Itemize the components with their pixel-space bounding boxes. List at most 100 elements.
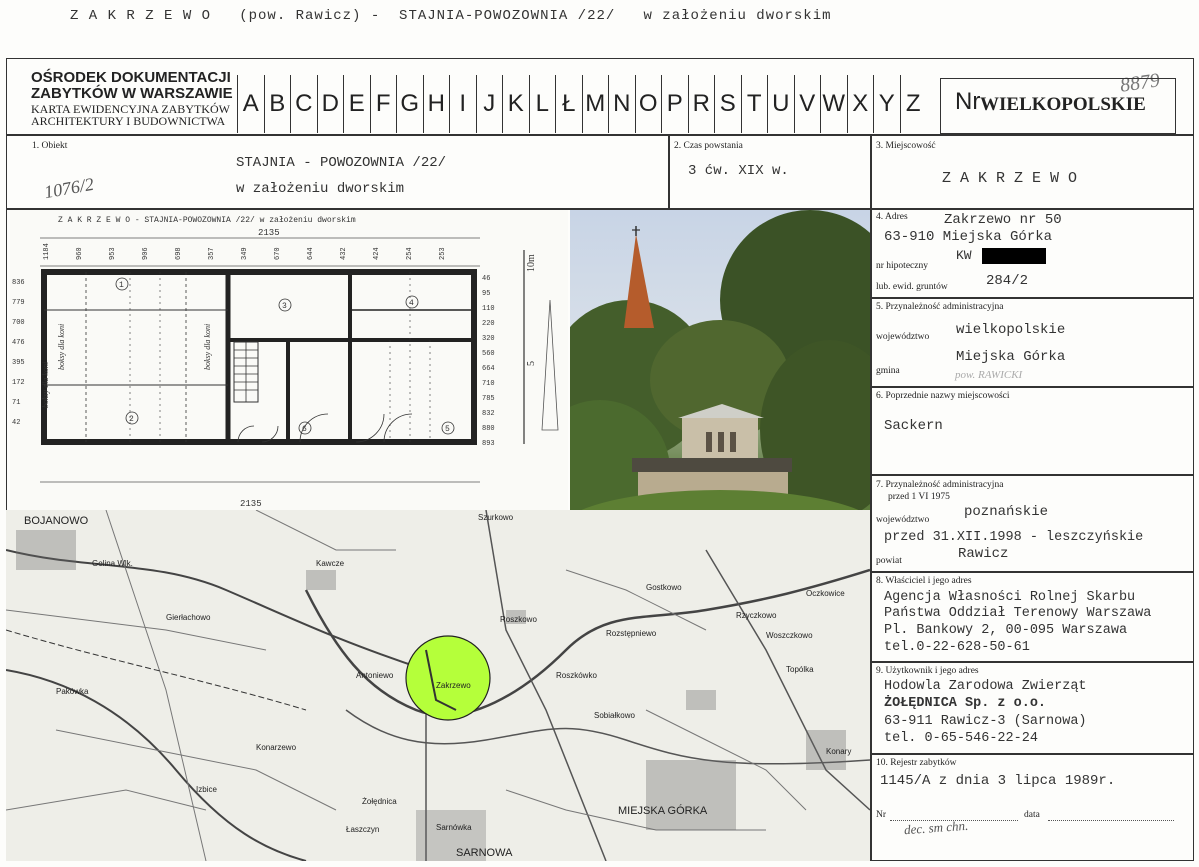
rule: [870, 134, 872, 861]
map-place-label: Roszkówko: [556, 671, 597, 680]
dimension-label: 320: [482, 335, 495, 343]
index-letter: I: [449, 75, 476, 133]
room-number: 5: [445, 425, 450, 434]
floor-plan-drawing: Z A K R Z E W O - STAJNIA-POWOZOWNIA /22…: [12, 216, 559, 509]
rule: [870, 753, 1194, 755]
room-number: 6: [302, 425, 307, 434]
dimension-label: 664: [482, 365, 495, 373]
room-number: 4: [409, 299, 414, 308]
index-letter: Z: [899, 75, 927, 133]
north-arrow: [541, 299, 559, 431]
institution-line-1: OŚRODEK DOKUMENTACJI: [31, 69, 231, 86]
building-outline: [41, 269, 477, 445]
dimension-label: 836: [12, 279, 25, 287]
dimension-label: 670: [274, 247, 282, 260]
map-place-label: Pakówka: [56, 687, 89, 696]
adres-line-2: 63-910 Miejska Górka: [884, 229, 1053, 245]
dimension-label: 906: [142, 247, 150, 260]
wlasciciel-line-1: Agencja Własności Rolnej Skarbu: [884, 590, 1136, 605]
right-dimension-labels: 46 95 110 220 320 560 664 710 785 832 880 893: [482, 275, 495, 448]
rule: [870, 474, 1194, 476]
dimension-label: 1184: [43, 243, 51, 260]
institution-name: OŚRODEK DOKUMENTACJI ZABYTKÓW W WARSZAWI…: [31, 70, 233, 102]
index-letter: C: [290, 75, 317, 133]
map-place-label: Golina Wlk.: [92, 559, 133, 568]
map-place-label: Łaszczyn: [346, 825, 379, 834]
adres-label: 4. Adres: [876, 212, 908, 222]
map-place-label: Sarnówka: [436, 823, 472, 832]
map-place-label: Szurkowo: [478, 513, 514, 522]
location-map: BOJANOWO Golina Wlk. Szurkowo Kawcze Gierłac…: [6, 510, 870, 861]
map-place-label: BOJANOWO: [24, 515, 89, 527]
rejestr-value: 1145/A z dnia 3 lipca 1989r.: [880, 773, 1116, 789]
dimension-label: 779: [12, 299, 25, 307]
rejestr-nr-label: Nr: [876, 810, 887, 820]
woj1975-value: poznańskie: [964, 504, 1049, 520]
rejestr-data-line: [1048, 820, 1174, 821]
stall-label: boksy dla koni: [203, 324, 212, 370]
dimension-label: 644: [307, 247, 315, 260]
kw-label: KW: [956, 248, 972, 263]
dimension-label: 698: [175, 247, 183, 260]
rule: [668, 134, 670, 208]
wlasciciel-line-2: Państwa Oddział Terenowy Warszawa: [884, 606, 1152, 621]
dimension-label: 880: [482, 425, 495, 433]
stall-label: boksy dla koni: [57, 324, 66, 370]
index-letter: Ł: [555, 75, 582, 133]
uzytkownik-line-4: tel. 0-65-546-22-24: [884, 731, 1038, 746]
obiekt-line-2: w założeniu dworskim: [236, 181, 405, 197]
index-letter: V: [793, 75, 821, 133]
map-place-label: Roszkowo: [500, 615, 537, 624]
map-place-label: Żołędnica: [362, 797, 397, 806]
rule: [870, 297, 1194, 299]
index-letter: B: [263, 75, 291, 133]
ewid-value: 284/2: [986, 273, 1029, 289]
dimension-label: 560: [482, 350, 495, 358]
floor-plan: Z A K R Z E W O - STAJNIA-POWOZOWNIA /22…: [10, 210, 568, 510]
dimension-label: 172: [12, 379, 25, 387]
plan-total-dim: 2135: [258, 228, 280, 238]
map-place-label: Gierłachowo: [166, 613, 211, 622]
hipoteczny-label: nr hipoteczny: [876, 261, 928, 271]
map-place-label: Kawcze: [316, 559, 345, 568]
institution-line-2: ZABYTKÓW W WARSZAWIE: [31, 85, 233, 102]
door-swing: [383, 413, 413, 443]
przynaleznosc1975-label: 7. Przynależność administracyjna: [876, 480, 1004, 490]
przynaleznosc-label: 5. Przynależność administracyjna: [876, 302, 1004, 312]
dimension-label: 893: [482, 440, 495, 448]
card-type-line-2: ARCHITEKTURY I BUDOWNICTWA: [31, 114, 226, 128]
plan-total-dim-bottom: 2135: [240, 499, 262, 509]
dimension-label: 432: [340, 247, 348, 260]
rule: [870, 571, 1194, 573]
map-place-label: Izbice: [196, 785, 217, 794]
room-number: 1: [119, 281, 124, 290]
scale-label: 10m: [526, 254, 537, 272]
uzytkownik-line-1: Hodowla Zarodowa Zwierząt: [884, 679, 1087, 694]
czas-value: 3 ćw. XIX w.: [688, 163, 789, 179]
rule: [870, 661, 1194, 663]
index-letter: H: [422, 75, 450, 133]
map-place-label: Rozstępniewo: [606, 629, 657, 638]
map-place-label: Oczkowice: [806, 589, 845, 598]
map-place-label: Konarzewo: [256, 743, 297, 752]
index-letter: W: [820, 75, 847, 133]
index-letter: A: [237, 75, 264, 133]
dimension-label: 476: [12, 339, 25, 347]
map-place-label: Sobiałkowo: [594, 711, 635, 720]
wlasciciel-label: 8. Właściciel i jego adres: [876, 576, 972, 586]
dimension-label: 700: [12, 319, 25, 327]
rule: [6, 134, 1194, 136]
map-place-label: MIEJSKA GÓRKA: [618, 804, 708, 817]
map-place-label: Antoniewo: [356, 671, 394, 680]
rejestr-label: 10. Rejestr zabytków: [876, 758, 957, 768]
dimension-label: 710: [482, 380, 495, 388]
wlasciciel-line-4: tel.0-22-628-50-61: [884, 640, 1030, 655]
woj1998-line: przed 31.XII.1998 - leszczyńskie: [884, 530, 1144, 545]
room-number: 3: [282, 302, 287, 311]
index-letter: F: [369, 75, 397, 133]
map-place-label: Konary: [826, 747, 851, 756]
left-dimension-labels: 836 779 700 476 395 172 71 42: [12, 279, 25, 427]
dimension-label: 960: [76, 247, 84, 260]
wojewodztwo-value: wielkopolskie: [956, 322, 1066, 338]
poprzednie-label: 6. Poprzednie nazwy miejscowości: [876, 391, 1010, 401]
